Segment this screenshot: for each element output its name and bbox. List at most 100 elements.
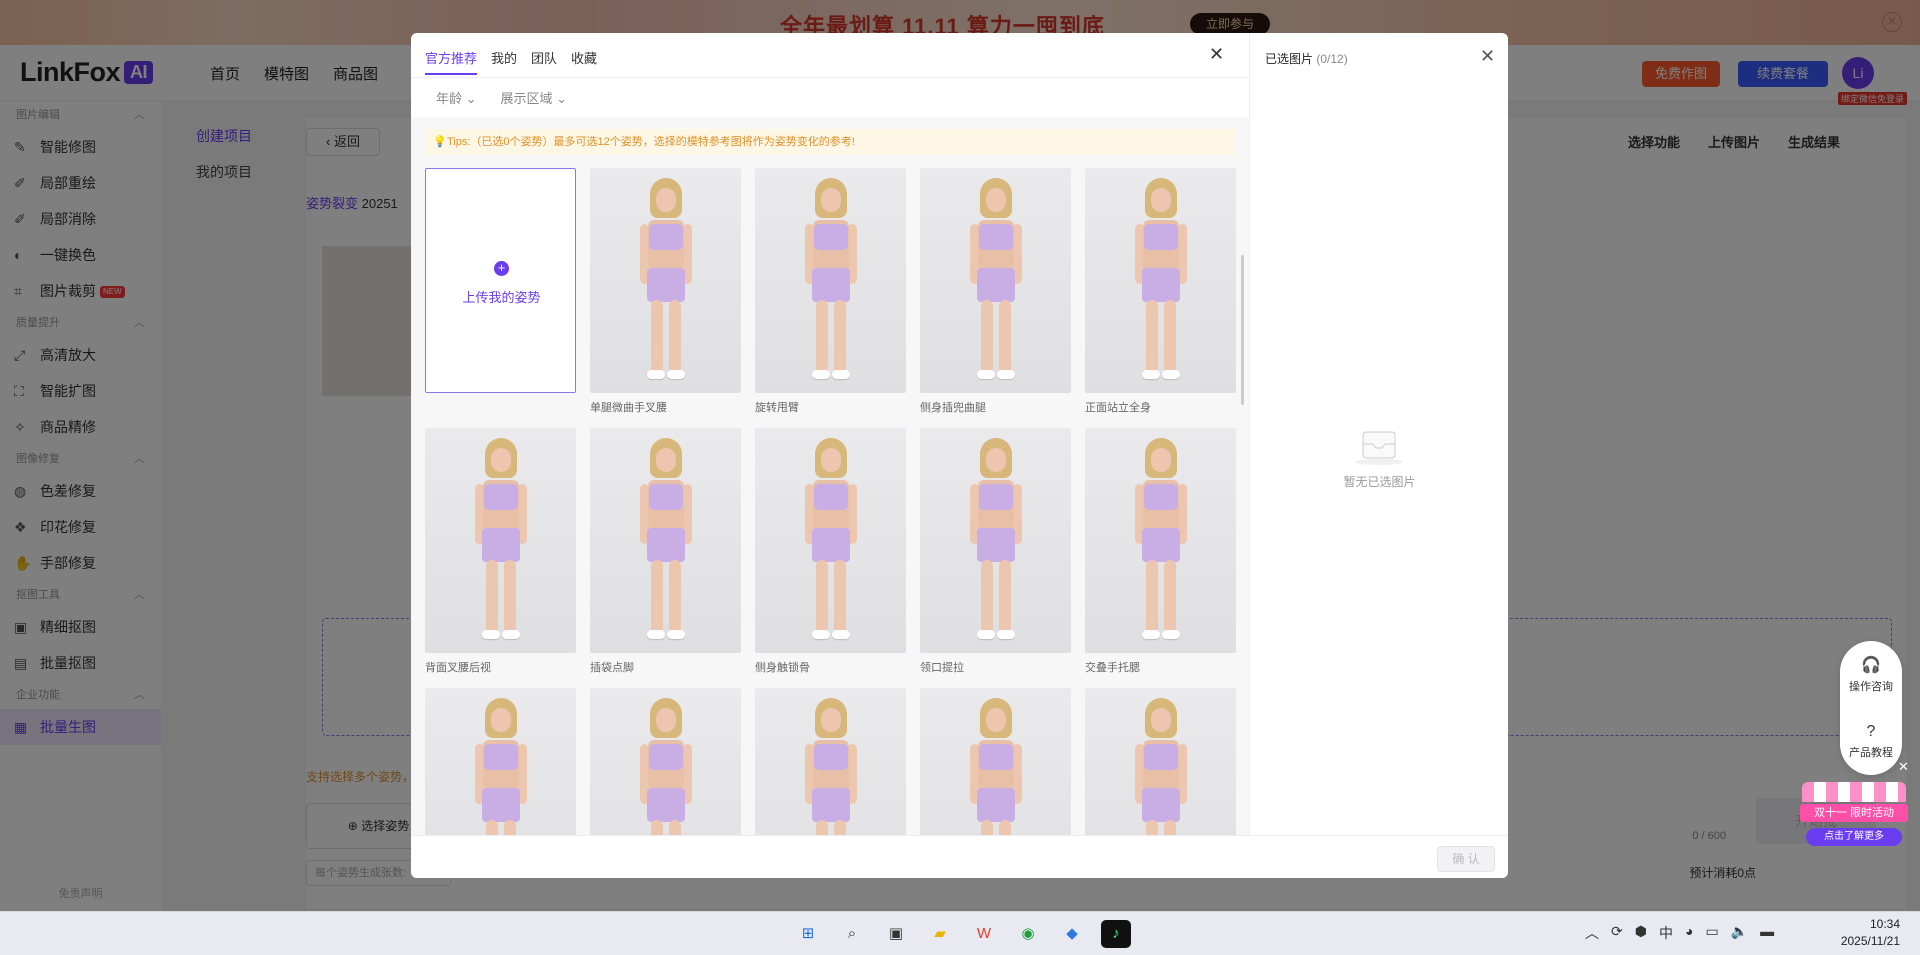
pose-library-pane: 官方推荐 我的 团队 收藏 ✕ 年龄 ⌄ 展示区域 ⌄ 💡 Tips:（已选0个姿…	[411, 33, 1249, 878]
pose-thumbnail[interactable]	[755, 168, 906, 393]
model-figure	[471, 438, 531, 643]
tab-official[interactable]: 官方推荐	[425, 48, 478, 75]
pose-card[interactable]: 旋转甩臂	[755, 168, 906, 414]
model-figure	[801, 438, 861, 643]
question-icon: ?	[1866, 723, 1876, 740]
search-icon[interactable]: ⌕	[837, 920, 867, 948]
pose-thumbnail[interactable]	[1085, 168, 1236, 393]
pose-thumbnail[interactable]	[1085, 688, 1236, 835]
pose-card[interactable]	[920, 688, 1071, 835]
chevron-up-icon[interactable]: ︿	[1585, 923, 1599, 943]
pose-thumbnail[interactable]	[590, 428, 741, 653]
shop-awning	[1802, 782, 1906, 802]
confirm-button[interactable]: 确 认	[1437, 846, 1495, 872]
tab-favorites[interactable]: 收藏	[571, 48, 597, 75]
pose-thumbnail[interactable]	[425, 428, 576, 653]
security-icon[interactable]: ⬢	[1635, 923, 1647, 943]
network-icon[interactable]: ▭	[1705, 923, 1718, 943]
selected-count: (0/12)	[1316, 52, 1348, 66]
tutorial-label: 产品教程	[1849, 747, 1893, 759]
volume-icon[interactable]: 🔈	[1731, 923, 1748, 943]
pose-picker-modal: 官方推荐 我的 团队 收藏 ✕ 年龄 ⌄ 展示区域 ⌄ 💡 Tips:（已选0个姿…	[411, 33, 1508, 878]
pose-card[interactable]	[590, 688, 741, 835]
taskbar-apps: ⊞ ⌕ ▣ ▰ W ◉ ◆ ♪	[793, 920, 1131, 948]
upload-pose-label: 上传我的姿势	[462, 290, 541, 305]
app-icon[interactable]: ◆	[1057, 920, 1087, 948]
wechat-icon[interactable]: ◕	[1685, 923, 1693, 943]
model-figure	[1131, 178, 1191, 383]
pose-card[interactable]: 侧身触锁骨	[755, 428, 906, 674]
tab-team[interactable]: 团队	[531, 48, 557, 75]
pose-card[interactable]	[755, 688, 906, 835]
pose-caption: 背面叉腰后视	[425, 662, 491, 674]
model-figure	[636, 178, 696, 383]
pose-thumbnail[interactable]	[590, 688, 741, 835]
promo-title: 双十一 限时活动	[1800, 804, 1908, 822]
pose-card[interactable]: 侧身插兜曲腿	[920, 168, 1071, 414]
model-figure	[966, 438, 1026, 643]
upload-my-pose-button[interactable]: + 上传我的姿势	[425, 168, 576, 393]
filter-label: 展示区域	[500, 91, 553, 106]
tips-bar: 💡 Tips:（已选0个姿势）最多可选12个姿势，选择的模特参考图将作为姿势变化的…	[425, 129, 1235, 155]
ime-indicator[interactable]: 中	[1659, 923, 1673, 943]
chevron-down-icon: ⌄	[556, 91, 568, 106]
app-terminal-icon[interactable]: ♪	[1101, 920, 1131, 948]
pose-card[interactable]: 正面站立全身	[1085, 168, 1236, 414]
pose-thumbnail[interactable]	[425, 688, 576, 835]
pose-thumbnail[interactable]	[920, 428, 1071, 653]
pose-card[interactable]: 领口提拉	[920, 428, 1071, 674]
model-figure	[966, 698, 1026, 835]
pose-thumbnail[interactable]	[590, 168, 741, 393]
consult-button[interactable]: 🎧 操作咨询	[1840, 655, 1902, 694]
consult-label: 操作咨询	[1849, 681, 1893, 693]
pose-thumbnail[interactable]	[755, 688, 906, 835]
chrome-icon[interactable]: ◉	[1013, 920, 1043, 948]
filter-label: 年龄	[436, 91, 463, 106]
system-tray: ︿ ⟳ ⬢ 中 ◕ ▭ 🔈 ▬	[1585, 923, 1774, 943]
file-explorer-icon[interactable]: ▰	[925, 920, 955, 948]
pose-caption: 领口提拉	[920, 662, 964, 674]
tab-mine[interactable]: 我的	[491, 48, 517, 75]
pose-caption: 正面站立全身	[1085, 402, 1151, 414]
wps-icon[interactable]: W	[969, 920, 999, 948]
pose-thumbnail[interactable]	[920, 168, 1071, 393]
pose-thumbnail[interactable]	[920, 688, 1071, 835]
pose-thumbnail[interactable]	[755, 428, 906, 653]
model-figure	[801, 698, 861, 835]
task-view-icon[interactable]: ▣	[881, 920, 911, 948]
sync-icon[interactable]: ⟳	[1611, 923, 1623, 943]
floating-help-panel: 🎧 操作咨询 ? 产品教程	[1840, 641, 1902, 775]
empty-box-icon	[1355, 431, 1403, 465]
pose-caption: 侧身触锁骨	[755, 662, 810, 674]
promo-widget[interactable]: ✕ 双十一 限时活动 点击了解更多	[1800, 760, 1909, 860]
scrollbar[interactable]	[1241, 255, 1244, 405]
close-icon[interactable]: ✕	[1898, 760, 1909, 773]
pose-card[interactable]	[425, 688, 576, 835]
pose-caption: 交叠手托腮	[1085, 662, 1140, 674]
filter-display-area[interactable]: 展示区域 ⌄	[501, 88, 568, 107]
battery-icon[interactable]: ▬	[1760, 923, 1774, 943]
clock-date: 2025/11/21	[1840, 934, 1900, 948]
pose-card[interactable]: 单腿微曲手叉腰	[590, 168, 741, 414]
pose-caption: 插袋点脚	[590, 662, 634, 674]
model-figure	[636, 698, 696, 835]
close-icon[interactable]: ✕	[1480, 47, 1495, 65]
lightbulb-icon: 💡	[433, 136, 447, 148]
pose-thumbnail[interactable]	[1085, 428, 1236, 653]
modal-footer: 确 认	[411, 835, 1508, 878]
close-icon[interactable]: ✕	[1209, 45, 1224, 63]
filter-age[interactable]: 年龄 ⌄	[436, 88, 477, 107]
promo-learn-more-button[interactable]: 点击了解更多	[1806, 828, 1902, 846]
clock[interactable]: 10:34 2025/11/21	[1841, 916, 1900, 950]
pose-card[interactable]	[1085, 688, 1236, 835]
selected-title-label: 已选图片	[1265, 52, 1314, 66]
tutorial-button[interactable]: ? 产品教程	[1840, 723, 1902, 760]
pose-card[interactable]: 背面叉腰后视	[425, 428, 576, 674]
pose-card[interactable]: 交叠手托腮	[1085, 428, 1236, 674]
pose-card[interactable]: 插袋点脚	[590, 428, 741, 674]
chevron-down-icon: ⌄	[465, 91, 477, 106]
pose-caption: 旋转甩臂	[755, 402, 799, 414]
pose-caption: 单腿微曲手叉腰	[590, 402, 667, 414]
pose-grid-area: 💡 Tips:（已选0个姿势）最多可选12个姿势，选择的模特参考图将作为姿势变化的…	[411, 117, 1249, 835]
windows-start-icon[interactable]: ⊞	[793, 920, 823, 948]
